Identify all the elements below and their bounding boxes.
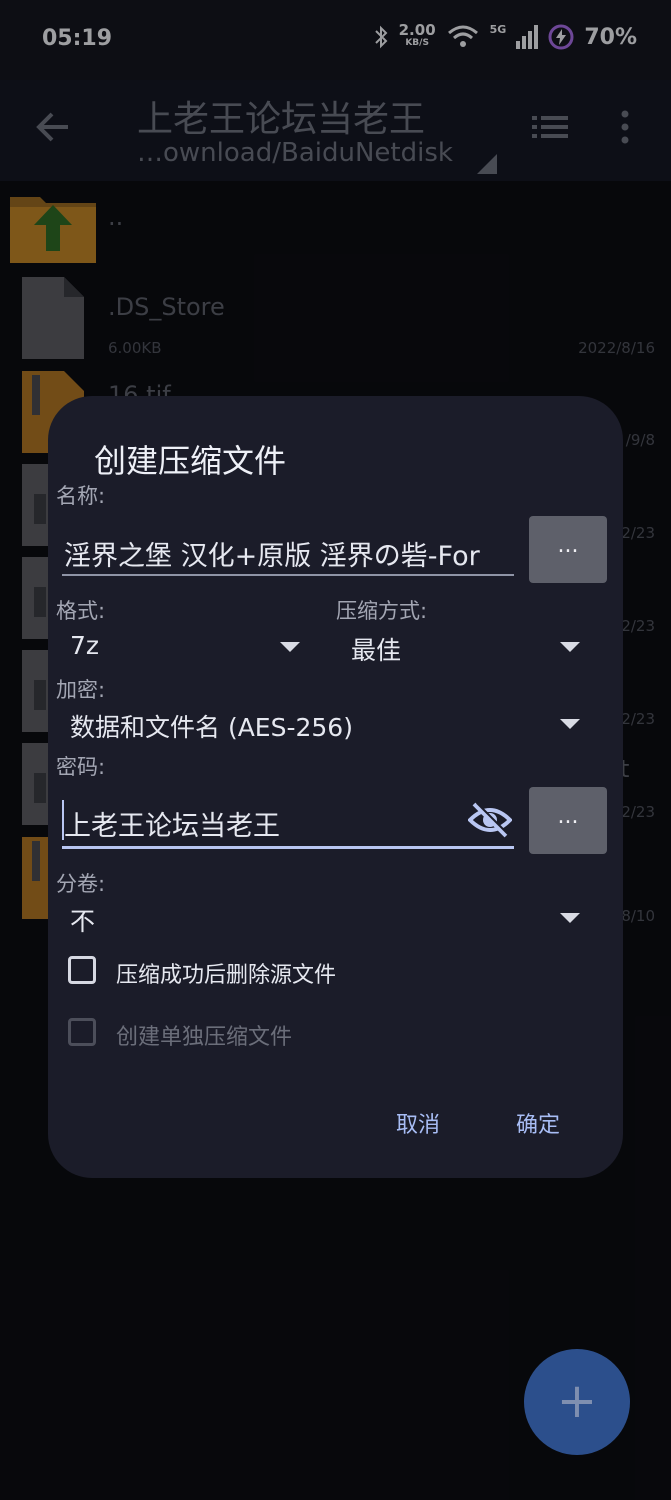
archive-name-input[interactable]: 淫界之堡 汉化+原版 淫界の砦-For xyxy=(64,534,514,573)
archive-name-underline xyxy=(62,574,514,576)
method-label: 压缩方式: xyxy=(336,599,428,623)
method-dropdown-icon[interactable] xyxy=(560,642,580,652)
split-select[interactable]: 不 xyxy=(70,902,95,938)
format-dropdown-icon[interactable] xyxy=(280,642,300,652)
password-input[interactable]: 上老王论坛当老王 xyxy=(64,804,464,843)
password-underline xyxy=(62,846,514,849)
split-dropdown-icon[interactable] xyxy=(560,913,580,923)
encrypt-dropdown-icon[interactable] xyxy=(560,719,580,729)
password-label: 密码: xyxy=(56,755,106,779)
delete-source-checkbox[interactable] xyxy=(68,956,96,984)
name-label: 名称: xyxy=(56,484,106,508)
format-label: 格式: xyxy=(56,599,106,623)
delete-source-label: 压缩成功后删除源文件 xyxy=(116,963,337,988)
password-options-button[interactable]: ... xyxy=(529,787,607,854)
cancel-button[interactable]: 取消 xyxy=(396,1107,440,1139)
ok-button[interactable]: 确定 xyxy=(516,1107,560,1139)
split-label: 分卷: xyxy=(56,872,106,896)
method-select[interactable]: 最佳 xyxy=(351,631,401,667)
encrypt-select[interactable]: 数据和文件名 (AES-256) xyxy=(70,708,353,744)
browse-name-button[interactable]: ... xyxy=(529,516,607,583)
dialog-title: 创建压缩文件 xyxy=(94,442,287,480)
plus-icon: + xyxy=(556,1373,598,1429)
format-select[interactable]: 7z xyxy=(70,631,99,660)
separate-archive-checkbox[interactable] xyxy=(68,1018,96,1046)
encrypt-label: 加密: xyxy=(56,678,106,702)
text-cursor xyxy=(62,800,64,840)
visibility-off-icon[interactable] xyxy=(468,802,512,838)
add-button[interactable]: + xyxy=(524,1349,630,1455)
separate-archive-label: 创建单独压缩文件 xyxy=(116,1025,293,1050)
create-archive-dialog: 创建压缩文件 名称: 淫界之堡 汉化+原版 淫界の砦-For ... 格式: 7… xyxy=(48,396,623,1178)
